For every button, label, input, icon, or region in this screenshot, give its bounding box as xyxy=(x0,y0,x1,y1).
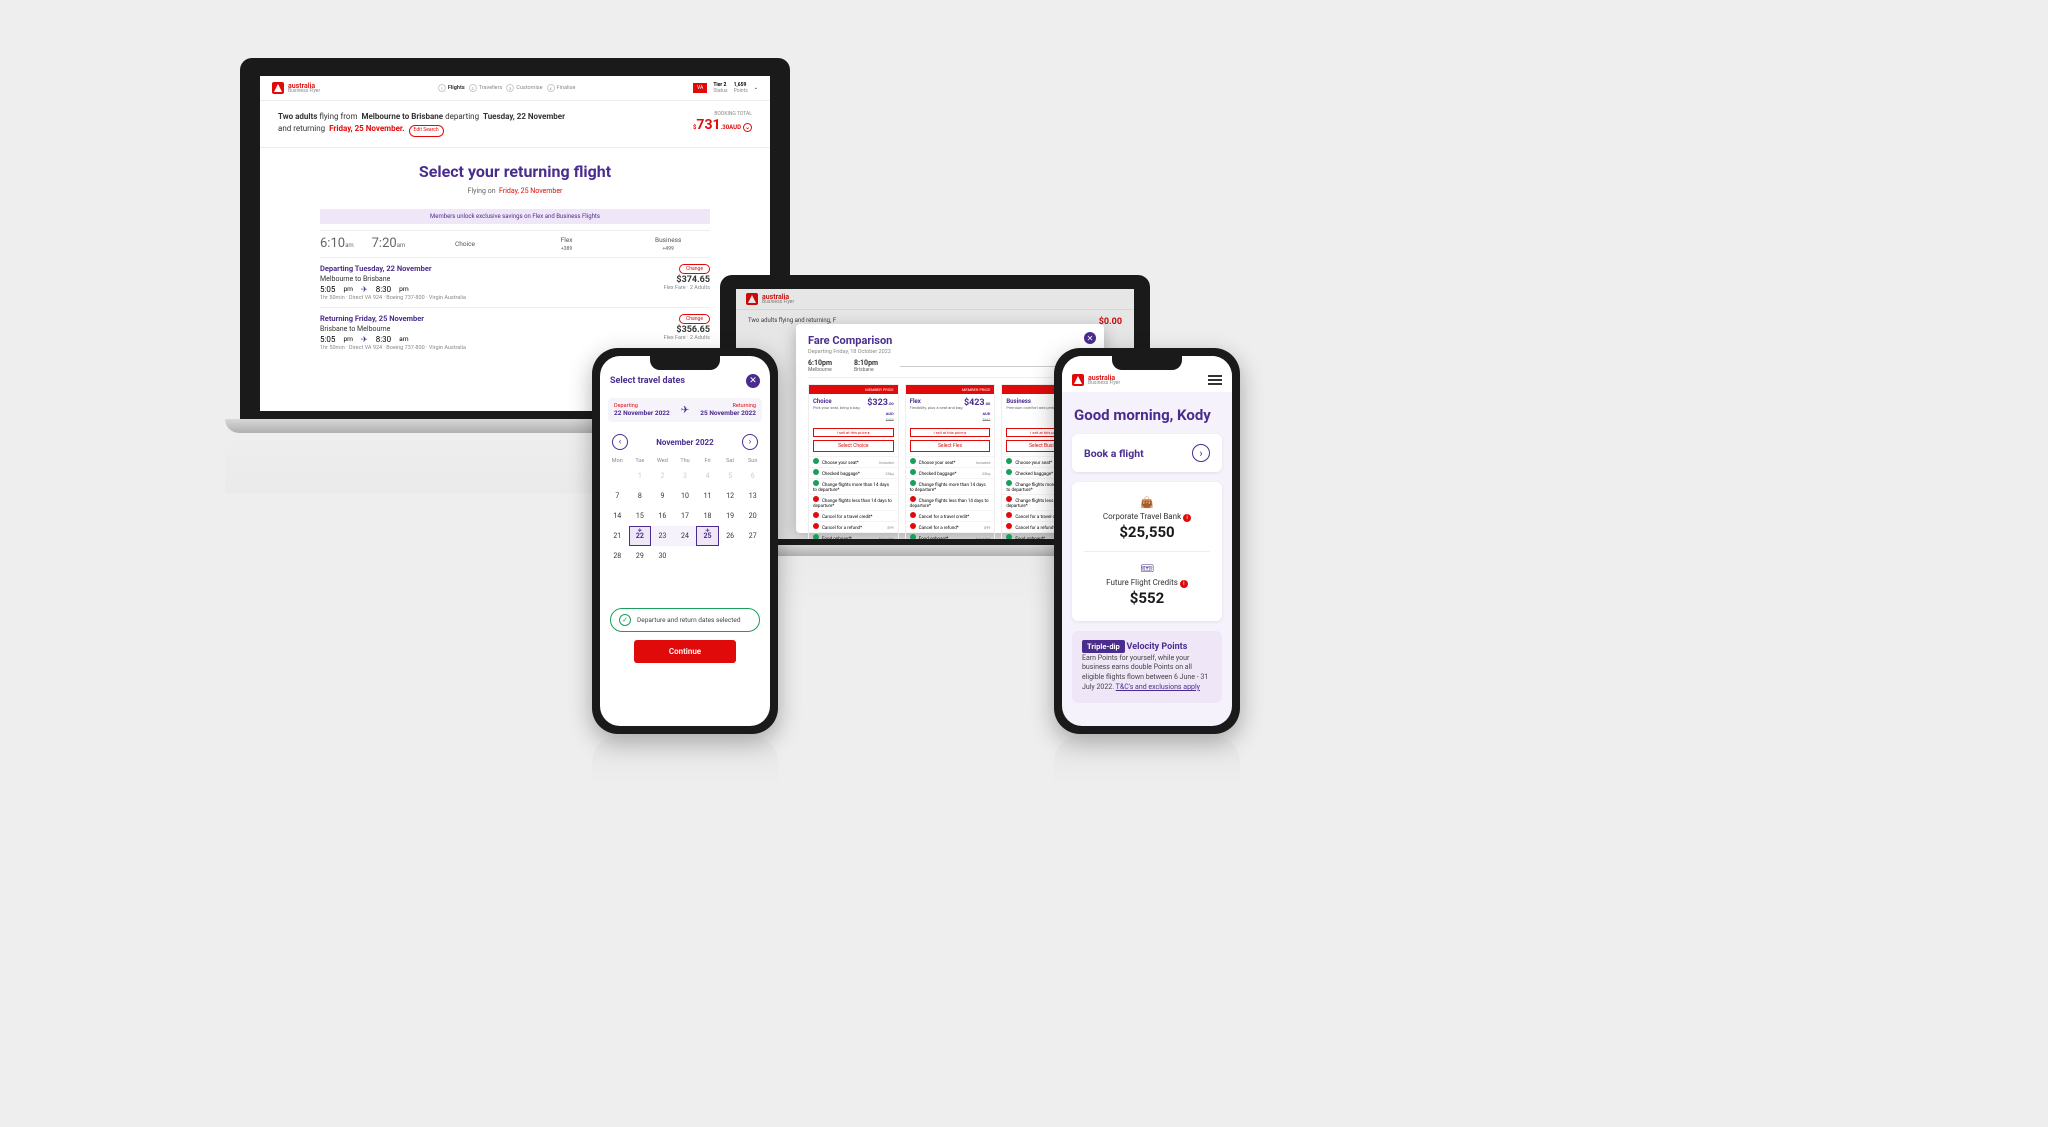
plane-icon: ✈ xyxy=(681,405,689,416)
departing-segment[interactable]: Departing 22 November 2022 xyxy=(608,398,681,422)
credits-value: $552 xyxy=(1084,589,1210,607)
bank-value: $25,550 xyxy=(1084,523,1210,541)
info-icon[interactable]: i xyxy=(1183,514,1191,522)
header-bar: australiaBusiness Flyer 1Flights 2Travel… xyxy=(260,76,770,101)
calendar-day[interactable]: 20 xyxy=(741,506,764,526)
menu-icon[interactable] xyxy=(1208,375,1222,385)
check-icon: ✓ xyxy=(619,614,631,626)
calendar-day[interactable]: 9 xyxy=(651,486,674,506)
booking-summary: Two adults flying from Melbourne to Bris… xyxy=(260,101,770,148)
change-button[interactable]: Change xyxy=(679,264,710,274)
ticket-icon: 🎟 xyxy=(1084,562,1210,575)
page-title: Select your returning flight xyxy=(320,162,710,181)
calendar-day[interactable]: 6 xyxy=(741,466,764,486)
close-icon[interactable]: ✕ xyxy=(1084,332,1096,344)
balances-card: 👜 Corporate Travel Banki $25,550 🎟 Futur… xyxy=(1072,482,1222,621)
modal-title: Select travel dates xyxy=(610,376,685,386)
fare-column-choice: MEMBER PRICE ChoicePick your seat, bring… xyxy=(808,384,899,539)
info-icon[interactable]: i xyxy=(1180,580,1188,588)
sell-price-button[interactable]: I sell at this price ▸ xyxy=(813,428,894,437)
calendar-day[interactable]: 17 xyxy=(674,506,697,526)
phone-dashboard: australiaBusiness Flyer Good morning, Ko… xyxy=(1054,348,1240,786)
calendar-day[interactable]: 13 xyxy=(741,486,764,506)
calendar-day[interactable]: 29 xyxy=(629,546,652,566)
calendar-day[interactable]: 16 xyxy=(651,506,674,526)
logo-icon xyxy=(1072,374,1084,386)
calendar-day[interactable]: 21 xyxy=(606,526,629,546)
plane-icon: ✈ xyxy=(361,285,368,294)
close-icon[interactable]: ✕ xyxy=(746,374,760,388)
calendar-day[interactable]: 2 xyxy=(651,466,674,486)
flight-option-row[interactable]: 6:10am 7:20am Choice Flex+389 Business+4… xyxy=(320,230,710,257)
calendar-day[interactable]: 22 xyxy=(629,526,652,546)
bank-icon: 👜 xyxy=(1084,496,1210,509)
calendar-day[interactable]: 3 xyxy=(674,466,697,486)
calendar-day[interactable]: 7 xyxy=(606,486,629,506)
plane-icon: ✈ xyxy=(361,335,368,344)
returning-segment[interactable]: Returning 25 November 2022 xyxy=(689,398,762,422)
brand-logo[interactable]: australiaBusiness Flyer xyxy=(272,82,320,94)
progress-steps: 1Flights 2Travellers 3Customise 4Finalis… xyxy=(438,84,576,92)
brand-logo[interactable]: australiaBusiness Flyer xyxy=(1072,374,1120,386)
calendar-day[interactable]: 14 xyxy=(606,506,629,526)
expand-total-icon[interactable]: ⌄ xyxy=(743,123,752,132)
calendar-day[interactable]: 30 xyxy=(651,546,674,566)
calendar-day[interactable]: 23 xyxy=(651,526,674,546)
calendar-day[interactable]: 25 xyxy=(696,526,719,546)
fare-column-flex: MEMBER PRICE FlexFlexibility, plus a sea… xyxy=(905,384,996,539)
month-nav: ‹ November 2022 › xyxy=(600,426,770,458)
prev-month-button[interactable]: ‹ xyxy=(612,434,628,450)
select-fare-button[interactable]: Select Flex xyxy=(910,440,991,452)
modal-title: Fare Comparison xyxy=(808,334,1092,347)
calendar-day[interactable]: 5 xyxy=(719,466,742,486)
calendar-day[interactable]: 27 xyxy=(741,526,764,546)
edit-search-button[interactable]: Edit Search xyxy=(409,125,444,137)
next-month-button[interactable]: › xyxy=(742,434,758,450)
route-summary: 6:10pmMelbourne 8:10pmBrisbane ▸ xyxy=(808,359,1092,378)
calendar-grid: 1234567891011121314151617181920212223242… xyxy=(600,464,770,568)
calendar-day[interactable]: 12 xyxy=(719,486,742,506)
selection-confirmation: ✓ Departure and return dates selected xyxy=(610,608,760,632)
phone-date-picker: Select travel dates ✕ Departing 22 Novem… xyxy=(592,348,778,786)
calendar-day[interactable]: 10 xyxy=(674,486,697,506)
continue-button[interactable]: Continue xyxy=(634,640,736,663)
calendar-day[interactable]: 8 xyxy=(629,486,652,506)
calendar-day[interactable]: 11 xyxy=(696,486,719,506)
date-segment: Departing 22 November 2022 ✈ Returning 2… xyxy=(608,398,762,422)
promo-banner[interactable]: Triple-dip Velocity Points Earn Points f… xyxy=(1072,631,1222,703)
selected-leg-departing: Change $374.65 Flex Fare · 2 Adults Depa… xyxy=(320,257,710,307)
chevron-down-icon[interactable]: ⌄ xyxy=(754,85,758,91)
calendar-day[interactable]: 24 xyxy=(674,526,697,546)
chevron-right-icon: › xyxy=(1192,444,1210,462)
promo-link[interactable]: T&C's and exclusions apply xyxy=(1116,683,1200,691)
sell-price-button[interactable]: I sell at this price ▸ xyxy=(910,428,991,437)
calendar-day[interactable]: 28 xyxy=(606,546,629,566)
greeting: Good morning, Kody xyxy=(1062,392,1232,434)
calendar-day[interactable]: 15 xyxy=(629,506,652,526)
flying-on-label: Flying on Friday, 25 November xyxy=(320,187,710,195)
calendar-day[interactable]: 19 xyxy=(719,506,742,526)
change-button[interactable]: Change xyxy=(679,314,710,324)
calendar-day[interactable]: 26 xyxy=(719,526,742,546)
calendar-day[interactable]: 4 xyxy=(696,466,719,486)
calendar-day[interactable]: 18 xyxy=(696,506,719,526)
member-banner: Members unlock exclusive savings on Flex… xyxy=(320,209,710,224)
book-flight-card[interactable]: Book a flight › xyxy=(1072,434,1222,472)
booking-total: $731.30AUD⌄ xyxy=(693,117,752,133)
select-fare-button[interactable]: Select Choice xyxy=(813,440,894,452)
logo-icon xyxy=(272,82,284,94)
tier-badge: VA xyxy=(693,83,707,93)
calendar-day[interactable]: 1 xyxy=(629,466,652,486)
